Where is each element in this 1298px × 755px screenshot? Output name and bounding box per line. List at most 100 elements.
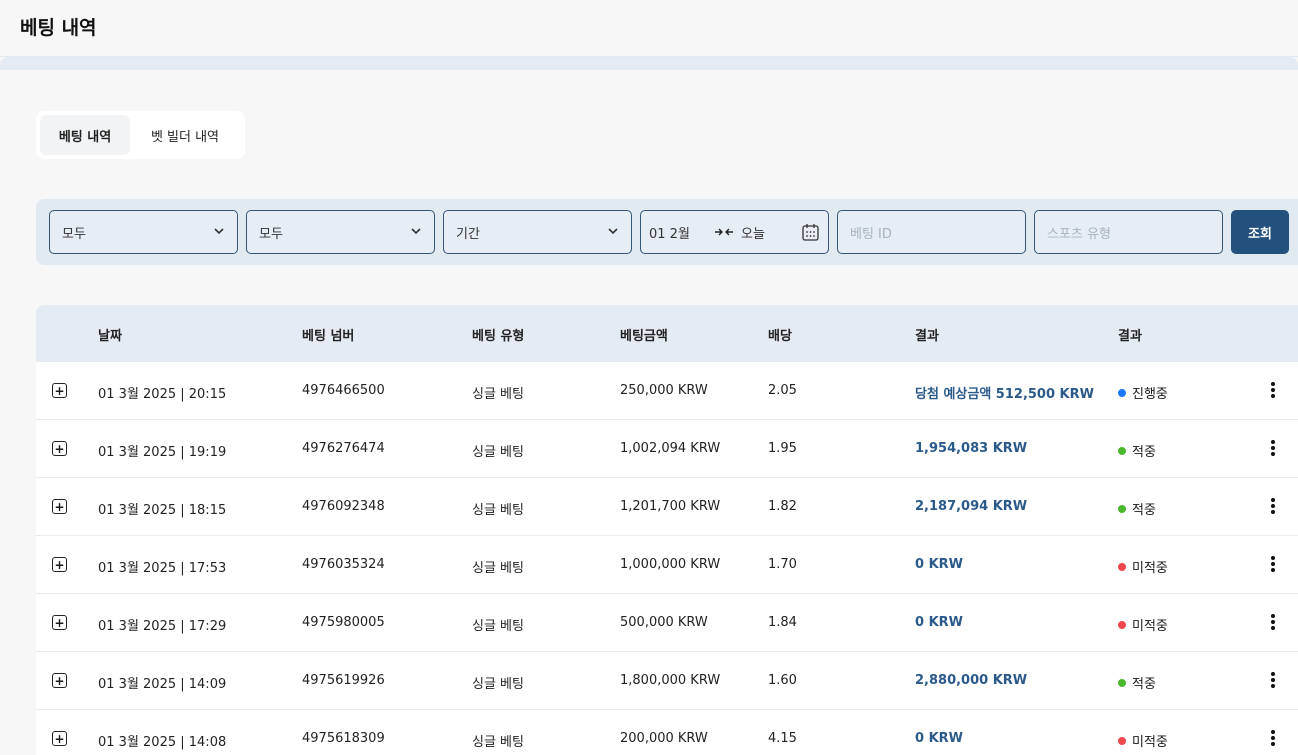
bet-id-input[interactable]: 베팅 ID <box>837 210 1026 254</box>
more-options-icon[interactable] <box>1268 612 1278 632</box>
row-status: 적중 <box>1118 673 1156 692</box>
table-row[interactable]: +01 3월 2025 | 19:19 4976276474 싱글 베팅 1,002,… <box>36 419 1298 477</box>
status-label: 미적중 <box>1132 619 1168 634</box>
expand-plus-icon[interactable]: + <box>52 557 67 572</box>
row-status: 적중 <box>1118 441 1156 460</box>
filter-select-2[interactable]: 모두 <box>246 210 435 254</box>
status-dot <box>1118 446 1126 455</box>
chevron-down-icon <box>608 228 618 235</box>
filter-select-1-value: 모두 <box>62 226 86 242</box>
row-bet-type: 싱글 베팅 <box>472 677 524 692</box>
status-label: 적중 <box>1132 503 1156 518</box>
row-bet-amount: 250,000 KRW <box>620 383 708 398</box>
chevron-down-icon <box>214 228 224 235</box>
table-row[interactable]: +01 3월 2025 | 17:53 4976035324 싱글 베팅 1,000,… <box>36 535 1298 593</box>
date-range-picker[interactable]: 01 2월 오늘 <box>640 210 829 254</box>
column-header-date: 날짜 <box>98 329 122 344</box>
date-from: 01 2월 <box>649 226 690 242</box>
row-status: 미적중 <box>1118 615 1168 634</box>
period-select[interactable]: 기간 <box>443 210 632 254</box>
row-date: 01 3월 2025 | 18:15 <box>98 503 227 518</box>
table-header: 날짜 베팅 넘버 베팅 유형 베팅금액 배당 결과 결과 <box>36 305 1298 361</box>
row-result: 1,954,083 KRW <box>915 441 1028 456</box>
filter-bar: 모두 모두 기간 01 2월 오늘 베팅 ID 스포츠 유형 조회 <box>36 199 1298 265</box>
status-dot <box>1118 504 1126 513</box>
expand-plus-icon[interactable]: + <box>52 383 67 398</box>
row-bet-type: 싱글 베팅 <box>472 387 524 402</box>
row-bet-type: 싱글 베팅 <box>472 561 524 576</box>
row-date: 01 3월 2025 | 17:29 <box>98 619 227 634</box>
row-result: 0 KRW <box>915 557 963 572</box>
row-odds: 1.95 <box>768 441 797 456</box>
table-row[interactable]: +01 3월 2025 | 18:15 4976092348 싱글 베팅 1,201,… <box>36 477 1298 535</box>
search-button[interactable]: 조회 <box>1231 210 1289 254</box>
row-bet-number: 4976276474 <box>302 441 385 456</box>
expand-plus-icon[interactable]: + <box>52 499 67 514</box>
row-date: 01 3월 2025 | 17:53 <box>98 561 227 576</box>
status-label: 미적중 <box>1132 735 1168 750</box>
page-title: 베팅 내역 <box>20 17 97 39</box>
header-band <box>0 57 1298 70</box>
bet-history-table: 날짜 베팅 넘버 베팅 유형 베팅금액 배당 결과 결과 +01 3월 2025… <box>36 305 1298 755</box>
status-dot <box>1118 736 1126 745</box>
expand-plus-icon[interactable]: + <box>52 615 67 630</box>
status-dot <box>1118 388 1126 397</box>
row-bet-amount: 1,800,000 KRW <box>620 673 721 688</box>
more-options-icon[interactable] <box>1268 496 1278 516</box>
row-odds: 1.84 <box>768 615 797 630</box>
bet-id-placeholder: 베팅 ID <box>850 226 892 242</box>
expand-plus-icon[interactable]: + <box>52 731 67 746</box>
row-status: 미적중 <box>1118 731 1168 750</box>
expand-plus-icon[interactable]: + <box>52 673 67 688</box>
status-label: 진행중 <box>1132 387 1168 402</box>
column-header-amount: 베팅금액 <box>620 329 668 344</box>
status-label: 미적중 <box>1132 561 1168 576</box>
row-bet-amount: 500,000 KRW <box>620 615 708 630</box>
chevron-down-icon <box>411 228 421 235</box>
row-status: 적중 <box>1118 499 1156 518</box>
expand-plus-icon[interactable]: + <box>52 441 67 456</box>
row-result: 2,880,000 KRW <box>915 673 1028 688</box>
column-header-status: 결과 <box>1118 329 1142 344</box>
row-bet-amount: 1,201,700 KRW <box>620 499 721 514</box>
date-to: 오늘 <box>741 226 765 242</box>
status-dot <box>1118 678 1126 687</box>
more-options-icon[interactable] <box>1268 728 1278 748</box>
row-bet-type: 싱글 베팅 <box>472 503 524 518</box>
period-select-value: 기간 <box>456 226 480 242</box>
status-dot <box>1118 620 1126 629</box>
table-row[interactable]: +01 3월 2025 | 14:09 4975619926 싱글 베팅 1,800,… <box>36 651 1298 709</box>
row-odds: 1.60 <box>768 673 797 688</box>
sport-type-placeholder: 스포츠 유형 <box>1047 226 1111 242</box>
row-bet-number: 4976466500 <box>302 383 385 398</box>
row-bet-number: 4975618309 <box>302 731 385 746</box>
row-result: 당첨 예상금액 512,500 KRW <box>915 387 1094 402</box>
row-date: 01 3월 2025 | 19:19 <box>98 445 227 460</box>
calendar-icon[interactable] <box>802 223 819 241</box>
more-options-icon[interactable] <box>1268 380 1278 400</box>
row-bet-number: 4975619926 <box>302 673 385 688</box>
row-bet-number: 4976035324 <box>302 557 385 572</box>
tab-bet-history[interactable]: 베팅 내역 <box>40 115 130 155</box>
arrows-inward-icon <box>715 228 733 236</box>
filter-select-1[interactable]: 모두 <box>49 210 238 254</box>
status-label: 적중 <box>1132 677 1156 692</box>
row-bet-type: 싱글 베팅 <box>472 619 524 634</box>
table-row[interactable]: +01 3월 2025 | 14:08 4975618309 싱글 베팅 200,00… <box>36 709 1298 755</box>
row-bet-number: 4975980005 <box>302 615 385 630</box>
status-label: 적중 <box>1132 445 1156 460</box>
row-result: 0 KRW <box>915 731 963 746</box>
column-header-result: 결과 <box>915 329 939 344</box>
column-header-type: 베팅 유형 <box>472 329 525 344</box>
table-row[interactable]: +01 3월 2025 | 20:15 4976466500 싱글 베팅 250,00… <box>36 361 1298 419</box>
more-options-icon[interactable] <box>1268 554 1278 574</box>
tab-bet-builder-history[interactable]: 벳 빌더 내역 <box>130 115 240 155</box>
row-bet-type: 싱글 베팅 <box>472 735 524 750</box>
row-date: 01 3월 2025 | 14:08 <box>98 735 227 750</box>
row-result: 0 KRW <box>915 615 963 630</box>
more-options-icon[interactable] <box>1268 438 1278 458</box>
table-row[interactable]: +01 3월 2025 | 17:29 4975980005 싱글 베팅 500,00… <box>36 593 1298 651</box>
sport-type-input[interactable]: 스포츠 유형 <box>1034 210 1223 254</box>
row-result: 2,187,094 KRW <box>915 499 1028 514</box>
more-options-icon[interactable] <box>1268 670 1278 690</box>
